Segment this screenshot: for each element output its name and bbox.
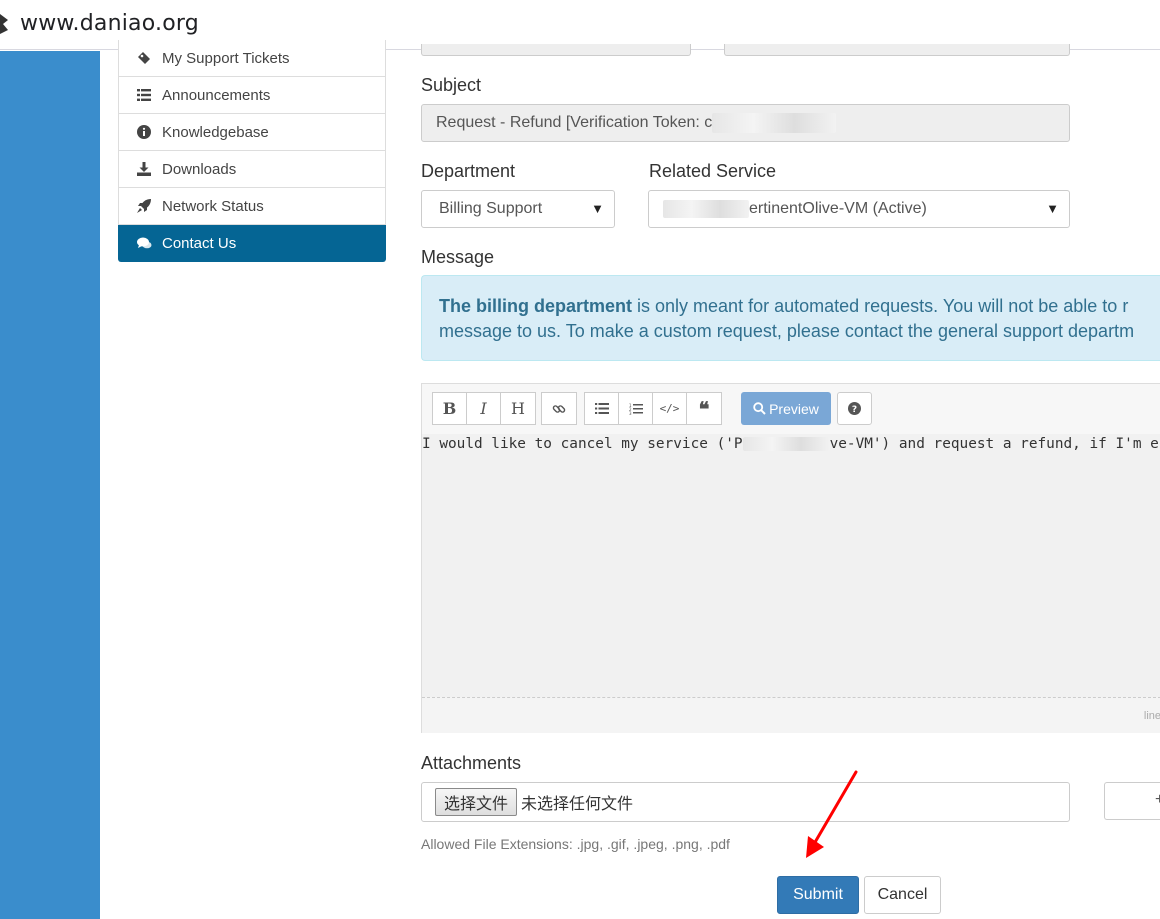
info-bold-text: The billing department — [439, 296, 633, 316]
search-icon — [753, 402, 766, 415]
list-icon — [136, 87, 152, 103]
redacted-token — [712, 113, 837, 133]
message-label: Message — [421, 247, 495, 267]
svg-text:?: ? — [852, 405, 857, 415]
message-textarea[interactable]: I would like to cancel my service ('P ve-… — [422, 436, 1160, 452]
question-icon: ? — [848, 402, 861, 415]
link-icon[interactable] — [542, 393, 576, 424]
sidebar-item-network-status[interactable]: Network Status — [118, 188, 386, 225]
numbered-list-icon[interactable]: 123 — [619, 393, 653, 424]
message-editor[interactable]: B I H 123 </> ❝ Preview ? I would like t… — [421, 383, 1160, 733]
top-field-right[interactable] — [724, 44, 1070, 56]
plus-icon: + — [1155, 791, 1160, 808]
editor-toolbar: B I H 123 </> ❝ Preview ? — [422, 384, 1160, 434]
annotation-arrow-icon — [806, 770, 858, 858]
format-button-group: B I H — [432, 392, 536, 425]
billing-info-alert: The billing department is only meant for… — [421, 275, 1160, 361]
sidebar-item-label: Network Status — [162, 197, 264, 215]
help-button[interactable]: ? — [837, 392, 872, 425]
department-label: Department — [421, 161, 516, 181]
subject-label: Subject — [421, 75, 482, 95]
preview-button[interactable]: Preview — [741, 392, 831, 425]
related-service-label: Related Service — [649, 161, 777, 181]
quote-icon[interactable]: ❝ — [687, 393, 721, 424]
editor-statusbar: line — [422, 697, 1160, 733]
redacted-service-name — [742, 437, 830, 451]
subject-value: Request - Refund [Verification Token: c — [436, 114, 713, 131]
file-status-text: 未选择任何文件 — [521, 796, 634, 813]
site-favicon-icon — [0, 14, 8, 34]
redacted-service-prefix — [663, 200, 749, 218]
sidebar-item-knowledgebase[interactable]: Knowledgebase — [118, 114, 386, 151]
heading-icon[interactable]: H — [501, 393, 535, 424]
info-icon — [136, 124, 152, 140]
sidebar-item-label: Downloads — [162, 160, 237, 178]
svg-text:3: 3 — [629, 411, 632, 415]
attachments-label: Attachments — [421, 753, 522, 773]
sidebar-nav: My Support Tickets Announcements Knowled… — [118, 40, 386, 262]
related-service-select[interactable]: ertinentOlive-VM (Active) ▼ — [648, 190, 1070, 228]
code-icon[interactable]: </> — [653, 393, 687, 424]
link-button-group — [541, 392, 577, 425]
url-text[interactable]: www.daniao.org — [20, 11, 199, 36]
cancel-button[interactable]: Cancel — [864, 876, 941, 914]
message-text-start: I would like to cancel my service ('P — [422, 436, 743, 452]
submit-button[interactable]: Submit — [777, 876, 859, 914]
sidebar-item-label: Knowledgebase — [162, 123, 269, 141]
top-field-left[interactable] — [421, 44, 691, 56]
subject-input[interactable]: Request - Refund [Verification Token: c — [421, 104, 1070, 142]
preview-label: Preview — [769, 400, 819, 417]
list-button-group: 123 </> ❝ — [584, 392, 722, 425]
message-text-end: ve-VM') and request a refund, if I'm e — [829, 436, 1159, 452]
editor-line-count: line — [1143, 710, 1160, 722]
sidebar-item-contact-us[interactable]: Contact Us — [118, 225, 386, 262]
chevron-down-icon: ▼ — [1046, 201, 1059, 216]
related-service-value: ertinentOlive-VM (Active) — [749, 200, 927, 217]
comments-icon — [136, 235, 152, 251]
rocket-icon — [136, 198, 152, 214]
file-input[interactable]: 选择文件 未选择任何文件 — [421, 782, 1070, 822]
bulleted-list-icon[interactable] — [585, 393, 619, 424]
allowed-extensions-text: Allowed File Extensions: .jpg, .gif, .jp… — [421, 836, 730, 852]
add-more-attachments-button[interactable]: + — [1104, 782, 1160, 820]
department-value: Billing Support — [439, 200, 543, 217]
bold-icon[interactable]: B — [433, 393, 467, 424]
left-background-band — [0, 51, 100, 919]
sidebar-item-label: My Support Tickets — [162, 49, 290, 67]
sidebar-item-announcements[interactable]: Announcements — [118, 77, 386, 114]
download-icon — [136, 161, 152, 177]
chevron-down-icon: ▼ — [591, 201, 604, 216]
sidebar-item-label: Announcements — [162, 86, 271, 104]
department-select[interactable]: Billing Support ▼ — [421, 190, 615, 228]
info-line1-text: is only meant for automated requests. Yo… — [632, 296, 1129, 316]
italic-icon[interactable]: I — [467, 393, 501, 424]
sidebar-item-my-support-tickets[interactable]: My Support Tickets — [118, 40, 386, 77]
info-line2-text: message to us. To make a custom request,… — [439, 321, 1135, 341]
sidebar-item-downloads[interactable]: Downloads — [118, 151, 386, 188]
choose-file-button[interactable]: 选择文件 — [435, 788, 518, 816]
ticket-icon — [136, 50, 152, 66]
sidebar-item-label: Contact Us — [162, 234, 237, 252]
